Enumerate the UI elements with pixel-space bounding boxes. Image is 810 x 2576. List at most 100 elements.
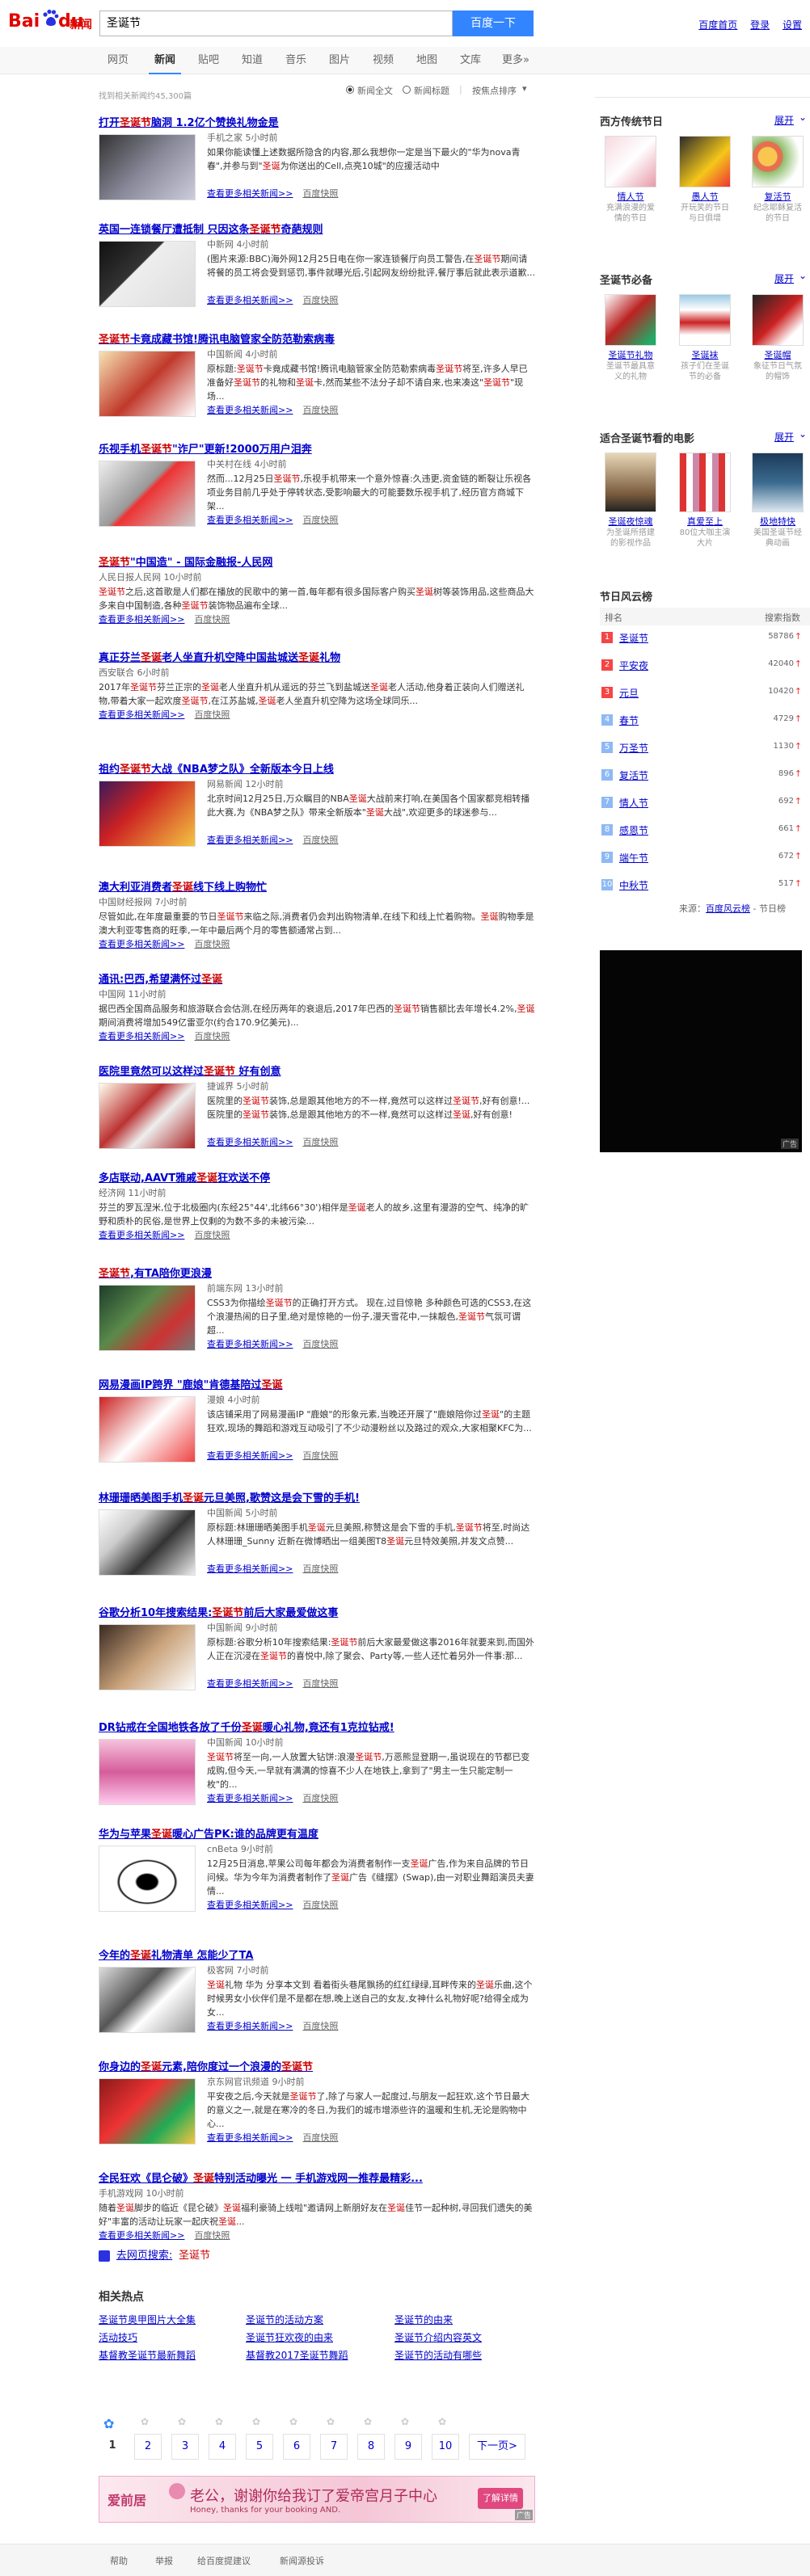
rank-keyword[interactable]: 感恩节 <box>619 823 648 837</box>
result-title[interactable]: 英国一连锁餐厅遭抵制 只因这条圣诞节奇葩规则 <box>99 223 535 238</box>
more-related-link[interactable]: 查看更多相关新闻>> <box>99 614 184 625</box>
result-title[interactable]: 祖约圣诞节大战《NBA梦之队》全新版本今日上线 <box>99 763 535 777</box>
result-title[interactable]: 华为与苹果圣诞暖心广告PK:谁的品牌更有温度 <box>99 1828 535 1842</box>
cache-link[interactable]: 百度快照 <box>302 1793 338 1804</box>
page-link[interactable]: 6 <box>283 2434 310 2460</box>
tab-video[interactable]: 视频 <box>369 47 398 74</box>
related-link[interactable]: 圣诞节的活动有哪些 <box>394 2348 482 2362</box>
ranking-row[interactable]: 7 情人节 692 ↑ <box>600 793 804 811</box>
tab-wenku[interactable]: 文库 <box>456 47 485 74</box>
result-thumbnail[interactable] <box>99 1624 196 1690</box>
related-link[interactable]: 圣诞节的活动方案 <box>246 2313 323 2326</box>
result-title[interactable]: 圣诞节"中国造" - 国际金融报-人民网 <box>99 556 535 570</box>
search-input[interactable]: 圣诞节 <box>99 11 453 36</box>
card-name[interactable]: 圣诞帽 <box>752 349 804 361</box>
tab-news[interactable]: 新闻 <box>149 47 181 74</box>
more-related-link[interactable]: 查看更多相关新闻>> <box>207 1564 293 1574</box>
cache-link[interactable]: 百度快照 <box>302 515 338 525</box>
movie-card-nightmare[interactable]: 圣诞夜惊魂 为圣诞所搭建的影视作品 <box>605 452 656 549</box>
cache-link[interactable]: 百度快照 <box>194 1230 230 1240</box>
more-related-link[interactable]: 查看更多相关新闻>> <box>99 939 184 949</box>
item-card-gift[interactable]: 圣诞节礼物 圣诞节最具意义的礼物 <box>605 294 656 382</box>
cache-link[interactable]: 百度快照 <box>302 405 338 415</box>
cache-link[interactable]: 百度快照 <box>302 1678 338 1689</box>
right-ad-block[interactable]: 广告 <box>600 950 802 1152</box>
tab-more[interactable]: 更多» <box>498 47 534 74</box>
result-title[interactable]: 通讯:巴西,希望满怀过圣诞 <box>99 973 535 987</box>
result-thumbnail[interactable] <box>99 1083 196 1149</box>
card-name[interactable]: 极地特快 <box>752 516 804 528</box>
cache-link[interactable]: 百度快照 <box>194 709 230 720</box>
related-link[interactable]: 基督教2017圣诞节舞蹈 <box>246 2348 348 2362</box>
result-title[interactable]: 医院里竟然可以这样过圣诞节 好有创意 <box>99 1065 535 1080</box>
festival-card-aprilfools[interactable]: 愚人节 开玩笑的节日与日俱增 <box>679 136 731 224</box>
page-link[interactable]: 5 <box>246 2434 273 2460</box>
ranking-row[interactable]: 3 元旦 10420 ↑ <box>600 684 804 701</box>
related-link[interactable]: 基督教圣诞节最新舞蹈 <box>99 2348 196 2362</box>
ad-cta-button[interactable]: 了解详情 <box>478 2488 523 2509</box>
page-link[interactable]: 7 <box>320 2434 348 2460</box>
more-related-link[interactable]: 查看更多相关新闻>> <box>207 2021 293 2031</box>
western-festivals-expand[interactable]: 展开 <box>774 113 794 127</box>
ad-banner[interactable]: 爱前居 老公，谢谢你给我订了爱帝宫月子中心 Honey, thanks for … <box>99 2476 535 2523</box>
result-thumbnail[interactable] <box>99 351 196 417</box>
festival-card-valentine[interactable]: 情人节 充满浪漫的爱情的节日 <box>605 136 656 224</box>
page-link[interactable]: 4 <box>209 2434 236 2460</box>
more-related-link[interactable]: 查看更多相关新闻>> <box>207 2132 293 2143</box>
result-title[interactable]: 乐视手机圣诞节"诈尸"更新!2000万用户泪奔 <box>99 443 535 457</box>
more-related-link[interactable]: 查看更多相关新闻>> <box>99 709 184 720</box>
festival-card-easter[interactable]: 复活节 纪念耶稣复活的节日 <box>752 136 804 224</box>
result-thumbnail[interactable] <box>99 1739 196 1805</box>
radio-title[interactable] <box>403 86 411 94</box>
ranking-row[interactable]: 5 万圣节 1130 ↑ <box>600 739 804 756</box>
more-related-link[interactable]: 查看更多相关新闻>> <box>207 1450 293 1461</box>
tab-music[interactable]: 音乐 <box>281 47 310 74</box>
result-title[interactable]: 圣诞节,有TA陪你更浪漫 <box>99 1267 535 1282</box>
more-related-link[interactable]: 查看更多相关新闻>> <box>207 515 293 525</box>
result-title[interactable]: DR钻戒在全国地铁各放了千份圣诞暖心礼物,竟还有1克拉钻戒! <box>99 1721 535 1736</box>
more-related-link[interactable]: 查看更多相关新闻>> <box>207 1793 293 1804</box>
more-related-link[interactable]: 查看更多相关新闻>> <box>207 1900 293 1910</box>
settings-link[interactable]: 设置 <box>783 19 802 31</box>
rank-keyword[interactable]: 端午节 <box>619 851 648 865</box>
ranking-row[interactable]: 4 春节 4729 ↑ <box>600 711 804 729</box>
web-search-more[interactable]: 去网页搜索: 圣诞节 <box>99 2246 210 2262</box>
next-page-button[interactable]: 下一页> <box>469 2434 525 2460</box>
result-title[interactable]: 今年的圣诞礼物清单 怎能少了TA <box>99 1949 535 1964</box>
search-button[interactable]: 百度一下 <box>453 11 534 36</box>
more-related-link[interactable]: 查看更多相关新闻>> <box>99 1031 184 1042</box>
result-thumbnail[interactable] <box>99 461 196 527</box>
related-link[interactable]: 圣诞节介绍内容英文 <box>394 2330 482 2344</box>
more-related-link[interactable]: 查看更多相关新闻>> <box>207 188 293 199</box>
rank-keyword[interactable]: 情人节 <box>619 796 648 810</box>
ranking-row[interactable]: 10 中秋节 517 ↑ <box>600 876 804 894</box>
cache-link[interactable]: 百度快照 <box>302 1450 338 1461</box>
movie-card-loveactually[interactable]: 真爱至上 80位大咖主演大片 <box>679 452 731 549</box>
related-link[interactable]: 圣诞节狂欢夜的由来 <box>246 2330 333 2344</box>
more-related-link[interactable]: 查看更多相关新闻>> <box>207 405 293 415</box>
christmas-movies-expand[interactable]: 展开 <box>774 430 794 444</box>
more-related-link[interactable]: 查看更多相关新闻>> <box>99 1230 184 1240</box>
ranking-row[interactable]: 1 圣诞节 58786 ↑ <box>600 629 804 646</box>
footer-help-link[interactable]: 帮助 <box>110 2554 128 2567</box>
result-thumbnail[interactable] <box>99 1509 196 1576</box>
result-title[interactable]: 网易漫画IP跨界 "鹿娘"肯德基陪过圣诞 <box>99 1378 535 1393</box>
cache-link[interactable]: 百度快照 <box>194 614 230 625</box>
page-link[interactable]: 9 <box>394 2434 422 2460</box>
sort-dropdown[interactable]: 按焦点排序 <box>472 84 517 97</box>
related-link[interactable]: 圣诞节的由来 <box>394 2313 453 2326</box>
more-related-link[interactable]: 查看更多相关新闻>> <box>207 1678 293 1689</box>
movie-card-polarexpress[interactable]: 极地特快 美国圣诞节经典动画 <box>752 452 804 549</box>
rank-keyword[interactable]: 元旦 <box>619 686 639 700</box>
cache-link[interactable]: 百度快照 <box>302 1564 338 1574</box>
result-thumbnail[interactable] <box>99 2078 196 2145</box>
footer-source-complaint-link[interactable]: 新闻源投诉 <box>280 2554 324 2567</box>
more-related-link[interactable]: 查看更多相关新闻>> <box>99 2230 184 2241</box>
item-card-stocking[interactable]: 圣诞袜 孩子们在圣诞节的必备 <box>679 294 731 382</box>
cache-link[interactable]: 百度快照 <box>194 2230 230 2241</box>
cache-link[interactable]: 百度快照 <box>302 1900 338 1910</box>
tab-tieba[interactable]: 贴吧 <box>194 47 223 74</box>
rank-keyword[interactable]: 复活节 <box>619 768 648 782</box>
web-search-keyword[interactable]: 圣诞节 <box>179 2250 210 2262</box>
result-title[interactable]: 你身边的圣诞元素,陪你度过一个浪漫的圣诞节 <box>99 2060 535 2075</box>
